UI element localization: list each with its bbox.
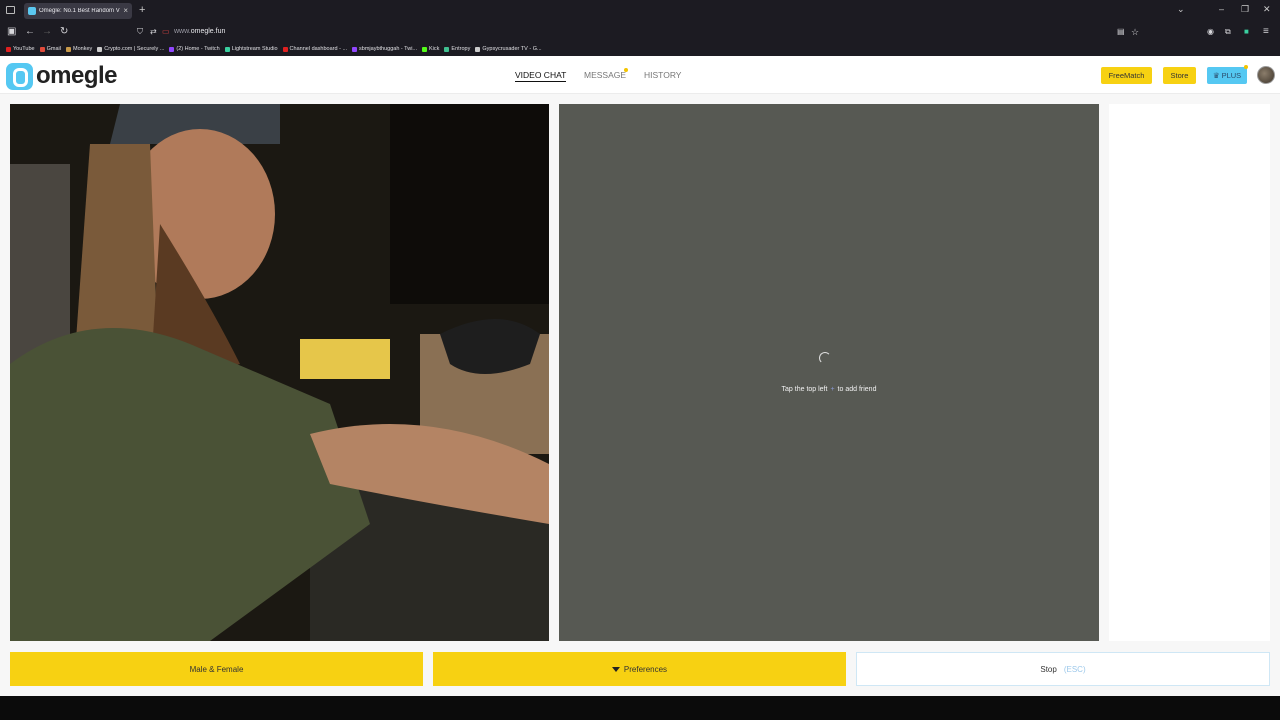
message-notification-dot (624, 68, 628, 72)
permissions-icon[interactable]: ⇄ (150, 25, 157, 39)
bookmark-label: Monkey (73, 46, 93, 52)
hint-text-after: to add friend (837, 386, 877, 393)
add-friend-hint: Tap the top left + to add friend (559, 386, 1099, 393)
bookmark-item[interactable]: Monkey (66, 46, 92, 52)
url-prefix: www. (174, 28, 191, 35)
bookmark-favicon-icon (39, 46, 45, 52)
extension-icon[interactable]: ◉ (1207, 25, 1214, 39)
extensions-puzzle-icon[interactable]: ⧉ (1225, 25, 1231, 39)
close-window-icon[interactable]: ✕ (1263, 4, 1271, 15)
minimize-icon[interactable]: – (1219, 4, 1224, 14)
forward-icon[interactable]: → (42, 25, 52, 39)
tab-message[interactable]: MESSAGE (584, 70, 626, 80)
bookmark-label: Lightstream Studio (231, 46, 278, 52)
blocked-icon[interactable]: ▭ (162, 25, 170, 39)
bookmark-item[interactable]: Crypto.com | Securely ... (97, 46, 164, 52)
bookmark-favicon-icon (282, 46, 288, 52)
bookmark-item[interactable]: Lightstream Studio (224, 46, 278, 52)
stop-shortcut: (ESC) (1063, 664, 1086, 674)
bookmark-item[interactable]: YouTube (6, 46, 35, 52)
bookmark-label: Gypsycrusader TV - G... (482, 46, 542, 52)
bookmark-label: sbmjaybthuggah - Twi... (359, 46, 418, 52)
bookmark-favicon-icon (97, 46, 103, 52)
omegle-favicon-icon (28, 7, 36, 15)
chat-side-panel (1109, 104, 1270, 641)
bookmark-favicon-icon (475, 46, 481, 52)
bookmark-item[interactable]: Channel dashboard - ... (282, 46, 348, 52)
omegle-logo[interactable]: omegle (6, 62, 118, 90)
omegle-page: omegle VIDEO CHAT MESSAGE HISTORY FreeMa… (0, 56, 1280, 696)
menu-icon[interactable]: ≡ (1263, 25, 1269, 39)
bookmark-item[interactable]: (2) Home - Twitch (169, 46, 220, 52)
browser-chrome: Omegle: No.1 Best Random Vi × + ⌄ – ❐ ✕ … (0, 0, 1280, 56)
gender-filter-label: Male & Female (189, 664, 244, 674)
bookmark-star-icon[interactable]: ☆ (1131, 25, 1139, 39)
nav-toolbar: ▣ ← → ↻ ⛉ ⇄ ▭ www.omegle.fun ▤ ☆ ◉ ⧉ ■ ≡ (0, 22, 1280, 42)
avatar[interactable] (1257, 66, 1275, 84)
sidebar-toggle-icon[interactable] (6, 6, 15, 14)
plus-notification-dot (1244, 65, 1248, 69)
hint-text-before: Tap the top left (781, 386, 828, 393)
tab-history[interactable]: HISTORY (644, 70, 681, 80)
new-tab-icon[interactable]: + (139, 4, 145, 16)
restore-icon[interactable]: ❐ (1241, 4, 1249, 15)
logo-text: omegle (36, 62, 118, 89)
bookmark-label: (2) Home - Twitch (176, 46, 220, 52)
store-button[interactable]: Store (1163, 67, 1196, 84)
bookmark-favicon-icon (444, 46, 450, 52)
site-header: omegle VIDEO CHAT MESSAGE HISTORY FreeMa… (0, 56, 1280, 94)
taskbar (0, 696, 1280, 720)
url-bar[interactable]: www.omegle.fun (174, 28, 225, 35)
add-friend-plus-icon: + (830, 386, 835, 393)
bookmark-label: Crypto.com | Securely ... (104, 46, 165, 52)
bookmark-favicon-icon (422, 46, 428, 52)
extension-green-icon[interactable]: ■ (1244, 25, 1249, 39)
preferences-label: Preferences (623, 664, 668, 674)
bookmark-label: YouTube (13, 46, 35, 52)
bookmark-item[interactable]: Gypsycrusader TV - G... (475, 46, 542, 52)
filter-funnel-icon (611, 666, 620, 672)
bookmark-item[interactable]: Gmail (39, 46, 61, 52)
plus-label: PLUS (1221, 71, 1242, 80)
tab-video-chat[interactable]: VIDEO CHAT (515, 70, 567, 82)
close-tab-icon[interactable]: × (123, 7, 128, 15)
freematch-button[interactable]: FreeMatch (1101, 67, 1152, 84)
bookmark-item[interactable]: Entropy (444, 46, 470, 52)
stop-label: Stop (1040, 664, 1057, 674)
bookmark-favicon-icon (66, 46, 71, 52)
sidebar-icon[interactable]: ▣ (7, 25, 16, 39)
bookmark-favicon-icon (224, 46, 230, 52)
reader-view-icon[interactable]: ▤ (1117, 25, 1125, 39)
bookmark-favicon-icon (352, 46, 358, 52)
shield-icon[interactable]: ⛉ (137, 25, 143, 39)
preferences-button[interactable]: Preferences (433, 652, 846, 686)
webcam-feed-image (10, 104, 549, 641)
stranger-video: Tap the top left + to add friend (559, 104, 1099, 641)
back-icon[interactable]: ← (25, 25, 35, 39)
omegle-logo-icon (6, 62, 33, 90)
url-domain: omegle.fun (190, 28, 226, 35)
bookmark-favicon-icon (6, 46, 11, 52)
browser-tab[interactable]: Omegle: No.1 Best Random Vi × (24, 3, 132, 19)
tab-title: Omegle: No.1 Best Random Vi (39, 8, 121, 14)
loading-spinner-icon (819, 352, 831, 364)
reload-icon[interactable]: ↻ (60, 25, 68, 39)
local-video (10, 104, 549, 641)
gender-filter-button[interactable]: Male & Female (10, 652, 423, 686)
plus-button[interactable]: ♛ PLUS (1207, 67, 1247, 84)
bookmark-label: Gmail (46, 46, 61, 52)
crown-icon: ♛ (1212, 71, 1220, 80)
bookmark-item[interactable]: sbmjaybthuggah - Twi... (352, 46, 417, 52)
bookmark-favicon-icon (169, 46, 175, 52)
tab-bar: Omegle: No.1 Best Random Vi × + ⌄ – ❐ ✕ (0, 0, 1280, 22)
stop-button[interactable]: Stop (ESC) (856, 652, 1270, 686)
bookmark-label: Channel dashboard - ... (289, 46, 348, 52)
bookmark-label: Kick (429, 46, 440, 52)
bookmark-item[interactable]: Kick (422, 46, 439, 52)
tab-list-chevron-icon[interactable]: ⌄ (1177, 4, 1185, 15)
bookmarks-bar: YouTube Gmail Monkey Crypto.com | Securely … (0, 42, 1280, 56)
bookmark-label: Entropy (451, 46, 471, 52)
